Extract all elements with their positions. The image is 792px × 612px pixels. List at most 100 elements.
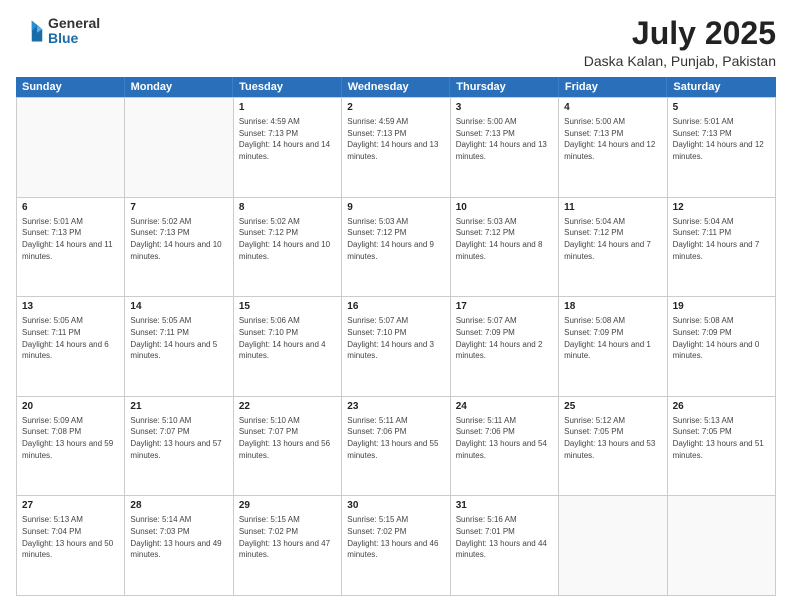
- day-number-2: 2: [347, 101, 444, 115]
- empty-cell-4-5: [559, 496, 667, 596]
- day-cell-1: 1Sunrise: 4:59 AMSunset: 7:13 PMDaylight…: [234, 98, 342, 198]
- calendar-body: 1 Sunrise: 4:59 AMSunset: 7:13 PMDaylight…: [16, 97, 776, 596]
- header-sunday: Sunday: [16, 77, 125, 97]
- day-cell-13: 13Sunrise: 5:05 AMSunset: 7:11 PMDayligh…: [17, 297, 125, 397]
- logo-blue: Blue: [48, 31, 100, 46]
- empty-cell-0-0: [17, 98, 125, 198]
- day-info-28: Sunrise: 5:14 AMSunset: 7:03 PMDaylight:…: [130, 514, 227, 560]
- day-info-29: Sunrise: 5:15 AMSunset: 7:02 PMDaylight:…: [239, 514, 336, 560]
- day-number-20: 20: [22, 400, 119, 414]
- day-info-19: Sunrise: 5:08 AMSunset: 7:09 PMDaylight:…: [673, 315, 770, 361]
- day-info-23: Sunrise: 5:11 AMSunset: 7:06 PMDaylight:…: [347, 415, 444, 461]
- day-cell-5: 5Sunrise: 5:01 AMSunset: 7:13 PMDaylight…: [668, 98, 776, 198]
- day-number-5: 5: [673, 101, 770, 115]
- day-cell-23: 23Sunrise: 5:11 AMSunset: 7:06 PMDayligh…: [342, 397, 450, 497]
- day-info-6: Sunrise: 5:01 AMSunset: 7:13 PMDaylight:…: [22, 216, 119, 262]
- day-info-21: Sunrise: 5:10 AMSunset: 7:07 PMDaylight:…: [130, 415, 227, 461]
- day-number-25: 25: [564, 400, 661, 414]
- day-cell-20: 20Sunrise: 5:09 AMSunset: 7:08 PMDayligh…: [17, 397, 125, 497]
- day-number-22: 22: [239, 400, 336, 414]
- day-cell-26: 26Sunrise: 5:13 AMSunset: 7:05 PMDayligh…: [668, 397, 776, 497]
- week-row-1: 6Sunrise: 5:01 AMSunset: 7:13 PMDaylight…: [17, 198, 776, 298]
- day-number-13: 13: [22, 300, 119, 314]
- day-number-9: 9: [347, 201, 444, 215]
- day-number-1: 1: [239, 101, 336, 115]
- day-number-3: 3: [456, 101, 553, 115]
- day-info-12: Sunrise: 5:04 AMSunset: 7:11 PMDaylight:…: [673, 216, 770, 262]
- day-number-15: 15: [239, 300, 336, 314]
- day-cell-31: 31Sunrise: 5:16 AMSunset: 7:01 PMDayligh…: [451, 496, 559, 596]
- day-cell-3: 3Sunrise: 5:00 AMSunset: 7:13 PMDaylight…: [451, 98, 559, 198]
- day-number-16: 16: [347, 300, 444, 314]
- day-info-24: Sunrise: 5:11 AMSunset: 7:06 PMDaylight:…: [456, 415, 553, 461]
- day-cell-11: 11Sunrise: 5:04 AMSunset: 7:12 PMDayligh…: [559, 198, 667, 298]
- week-row-0: 1 Sunrise: 4:59 AMSunset: 7:13 PMDaylight…: [17, 98, 776, 198]
- day-cell-7: 7Sunrise: 5:02 AMSunset: 7:13 PMDaylight…: [125, 198, 233, 298]
- day-info-3: Sunrise: 5:00 AMSunset: 7:13 PMDaylight:…: [456, 116, 553, 162]
- week-row-2: 13Sunrise: 5:05 AMSunset: 7:11 PMDayligh…: [17, 297, 776, 397]
- location-title: Daska Kalan, Punjab, Pakistan: [584, 53, 776, 69]
- day-number-23: 23: [347, 400, 444, 414]
- day-cell-17: 17Sunrise: 5:07 AMSunset: 7:09 PMDayligh…: [451, 297, 559, 397]
- day-number-26: 26: [673, 400, 770, 414]
- day-info-9: Sunrise: 5:03 AMSunset: 7:12 PMDaylight:…: [347, 216, 444, 262]
- day-info-31: Sunrise: 5:16 AMSunset: 7:01 PMDaylight:…: [456, 514, 553, 560]
- calendar-header: Sunday Monday Tuesday Wednesday Thursday…: [16, 77, 776, 97]
- day-number-19: 19: [673, 300, 770, 314]
- day-cell-8: 8Sunrise: 5:02 AMSunset: 7:12 PMDaylight…: [234, 198, 342, 298]
- day-number-8: 8: [239, 201, 336, 215]
- header-thursday: Thursday: [450, 77, 559, 97]
- day-cell-22: 22Sunrise: 5:10 AMSunset: 7:07 PMDayligh…: [234, 397, 342, 497]
- day-info-27: Sunrise: 5:13 AMSunset: 7:04 PMDaylight:…: [22, 514, 119, 560]
- month-title: July 2025: [584, 16, 776, 51]
- header: General Blue July 2025 Daska Kalan, Punj…: [16, 16, 776, 69]
- day-info-17: Sunrise: 5:07 AMSunset: 7:09 PMDaylight:…: [456, 315, 553, 361]
- day-info-2: Sunrise: 4:59 AMSunset: 7:13 PMDaylight:…: [347, 116, 444, 162]
- logo-general: General: [48, 16, 100, 31]
- day-cell-29: 29Sunrise: 5:15 AMSunset: 7:02 PMDayligh…: [234, 496, 342, 596]
- day-number-14: 14: [130, 300, 227, 314]
- day-cell-2: 2Sunrise: 4:59 AMSunset: 7:13 PMDaylight…: [342, 98, 450, 198]
- day-number-27: 27: [22, 499, 119, 513]
- day-info-18: Sunrise: 5:08 AMSunset: 7:09 PMDaylight:…: [564, 315, 661, 361]
- day-number-7: 7: [130, 201, 227, 215]
- day-info-11: Sunrise: 5:04 AMSunset: 7:12 PMDaylight:…: [564, 216, 661, 262]
- day-cell-9: 9Sunrise: 5:03 AMSunset: 7:12 PMDaylight…: [342, 198, 450, 298]
- header-wednesday: Wednesday: [342, 77, 451, 97]
- title-block: July 2025 Daska Kalan, Punjab, Pakistan: [584, 16, 776, 69]
- day-info-26: Sunrise: 5:13 AMSunset: 7:05 PMDaylight:…: [673, 415, 770, 461]
- logo-text: General Blue: [48, 16, 100, 47]
- day-cell-4: 4Sunrise: 5:00 AMSunset: 7:13 PMDaylight…: [559, 98, 667, 198]
- day-cell-10: 10Sunrise: 5:03 AMSunset: 7:12 PMDayligh…: [451, 198, 559, 298]
- day-number-12: 12: [673, 201, 770, 215]
- day-number-4: 4: [564, 101, 661, 115]
- day-cell-21: 21Sunrise: 5:10 AMSunset: 7:07 PMDayligh…: [125, 397, 233, 497]
- header-saturday: Saturday: [667, 77, 776, 97]
- day-cell-14: 14Sunrise: 5:05 AMSunset: 7:11 PMDayligh…: [125, 297, 233, 397]
- day-info-20: Sunrise: 5:09 AMSunset: 7:08 PMDaylight:…: [22, 415, 119, 461]
- logo: General Blue: [16, 16, 100, 47]
- day-number-28: 28: [130, 499, 227, 513]
- day-info-25: Sunrise: 5:12 AMSunset: 7:05 PMDaylight:…: [564, 415, 661, 461]
- day-info-15: Sunrise: 5:06 AMSunset: 7:10 PMDaylight:…: [239, 315, 336, 361]
- day-cell-25: 25Sunrise: 5:12 AMSunset: 7:05 PMDayligh…: [559, 397, 667, 497]
- day-info-16: Sunrise: 5:07 AMSunset: 7:10 PMDaylight:…: [347, 315, 444, 361]
- day-info-10: Sunrise: 5:03 AMSunset: 7:12 PMDaylight:…: [456, 216, 553, 262]
- empty-cell-0-1: [125, 98, 233, 198]
- day-cell-15: 15Sunrise: 5:06 AMSunset: 7:10 PMDayligh…: [234, 297, 342, 397]
- day-number-10: 10: [456, 201, 553, 215]
- day-info-4: Sunrise: 5:00 AMSunset: 7:13 PMDaylight:…: [564, 116, 661, 162]
- week-row-3: 20Sunrise: 5:09 AMSunset: 7:08 PMDayligh…: [17, 397, 776, 497]
- day-cell-16: 16Sunrise: 5:07 AMSunset: 7:10 PMDayligh…: [342, 297, 450, 397]
- day-cell-27: 27Sunrise: 5:13 AMSunset: 7:04 PMDayligh…: [17, 496, 125, 596]
- day-number-29: 29: [239, 499, 336, 513]
- week-row-4: 27Sunrise: 5:13 AMSunset: 7:04 PMDayligh…: [17, 496, 776, 596]
- day-cell-28: 28Sunrise: 5:14 AMSunset: 7:03 PMDayligh…: [125, 496, 233, 596]
- day-info-5: Sunrise: 5:01 AMSunset: 7:13 PMDaylight:…: [673, 116, 770, 162]
- header-monday: Monday: [125, 77, 234, 97]
- day-info-7: Sunrise: 5:02 AMSunset: 7:13 PMDaylight:…: [130, 216, 227, 262]
- day-number-31: 31: [456, 499, 553, 513]
- logo-icon: [16, 17, 44, 45]
- page: General Blue July 2025 Daska Kalan, Punj…: [0, 0, 792, 612]
- day-info-13: Sunrise: 5:05 AMSunset: 7:11 PMDaylight:…: [22, 315, 119, 361]
